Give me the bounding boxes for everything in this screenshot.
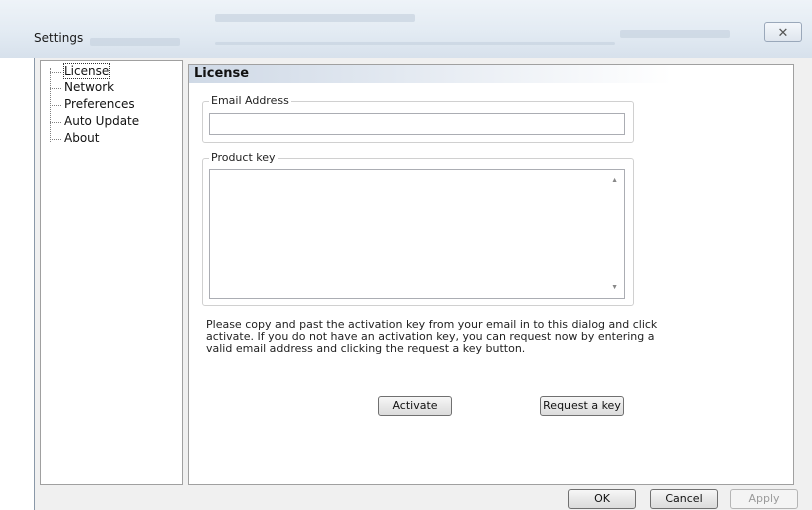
tree-item-label: About [64, 131, 100, 145]
tree-item-label: License [62, 63, 111, 79]
close-icon: ✕ [777, 25, 789, 40]
scroll-down-icon[interactable]: ▼ [611, 284, 618, 291]
background-ghost [90, 38, 180, 46]
background-ghost [620, 30, 730, 38]
window-title: Settings [34, 31, 84, 45]
tree-item-preferences[interactable]: Preferences [49, 97, 135, 113]
product-key-group: Product key ▲ ▼ [202, 151, 634, 306]
close-button[interactable]: ✕ [764, 22, 802, 42]
apply-button[interactable]: Apply [730, 489, 798, 509]
background-ghost [215, 42, 615, 45]
product-key-label: Product key [209, 151, 278, 164]
panel-heading: License [189, 65, 793, 83]
tree-item-label: Auto Update [64, 114, 140, 128]
email-group: Email Address [202, 94, 634, 143]
scroll-up-icon[interactable]: ▲ [611, 177, 618, 184]
ok-button[interactable]: OK [568, 489, 636, 509]
settings-tree: License Network Preferences Auto Update … [40, 60, 183, 485]
email-label: Email Address [209, 94, 291, 107]
title-bar: Settings ✕ [0, 0, 812, 58]
tree-item-about[interactable]: About [49, 131, 99, 147]
background-ghost [215, 14, 415, 22]
activate-button[interactable]: Activate [378, 396, 452, 416]
product-key-field[interactable]: ▲ ▼ [209, 169, 625, 299]
tree-item-label: Network [64, 80, 115, 94]
license-panel: License Email Address Product key ▲ ▼ Pl… [188, 64, 794, 485]
tree-item-license[interactable]: License [49, 63, 111, 80]
request-key-button[interactable]: Request a key [540, 396, 624, 416]
tree-item-label: Preferences [64, 97, 135, 111]
instructions-text: Please copy and past the activation key … [206, 318, 658, 355]
cancel-button[interactable]: Cancel [650, 489, 718, 509]
email-field[interactable] [209, 113, 625, 135]
tree-item-network[interactable]: Network [49, 80, 114, 96]
tree-item-auto-update[interactable]: Auto Update [49, 114, 139, 130]
